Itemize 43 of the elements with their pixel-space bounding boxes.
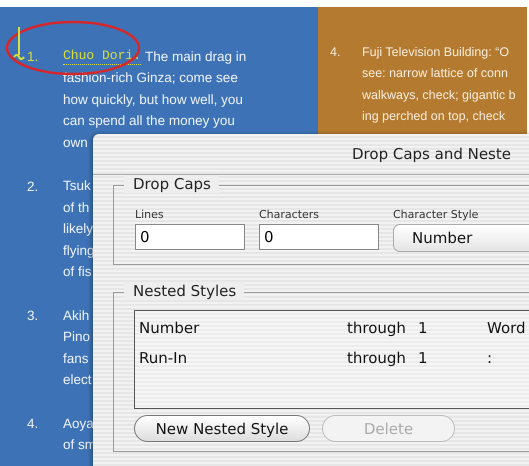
window-title: Drop Caps and Neste [352, 145, 511, 163]
field-label: Character Style [393, 208, 480, 221]
group-legend: Drop Caps [124, 175, 219, 193]
table-cell: Word [487, 319, 527, 337]
body-text-line: Pino [63, 329, 90, 346]
list-number: 4. [26, 415, 40, 433]
body-text-line: see: narrow lattice of conn [362, 65, 508, 82]
dropdown[interactable]: Number [393, 224, 529, 252]
body-text-line: likely [63, 221, 94, 238]
table-cell-text: 1 [418, 319, 429, 337]
field-label: Characters [259, 208, 320, 221]
field-label: Lines [135, 208, 165, 221]
list-number: 2. [26, 178, 40, 196]
list-number: 3. [26, 307, 40, 325]
table-cell-text: Run-In [138, 349, 188, 367]
body-text-line: how quickly, but how well, you [63, 92, 243, 108]
body-text-line: of th [63, 200, 90, 216]
push-button[interactable]: New Nested Style [134, 415, 310, 442]
table-cell-text: : [487, 349, 494, 367]
body-text-line: walkways, check; gigantic b [362, 86, 516, 103]
table-cell-text: through [347, 349, 407, 367]
group-legend: Nested Styles [124, 282, 244, 300]
table-cell-text: through [347, 319, 407, 337]
body-text-line: fans [63, 350, 89, 367]
table-cell-text: 1 [418, 349, 429, 367]
body-text-line: fashion-rich Ginza; come see [63, 70, 238, 86]
input-field[interactable]: 0 [259, 224, 379, 250]
body-text-line: Tsuk [63, 178, 91, 194]
body-text-line: flying [63, 242, 95, 259]
body-text-line: Akih [63, 308, 90, 324]
body-text-line: Fuji Television Building: “O [362, 44, 510, 60]
list-number: 1. [26, 48, 40, 66]
input-field[interactable]: 0 [135, 224, 245, 250]
body-text-line: The main drag in [145, 48, 246, 65]
body-text-line: ing perched on top, check [362, 108, 506, 124]
body-text-line: elect [63, 372, 92, 388]
body-text-line: of fis [63, 264, 92, 280]
body-text-line: can spend all the money you [63, 113, 235, 130]
text-cursor-icon [13, 25, 25, 61]
body-text-line: Aoya [63, 416, 94, 432]
body-text-line: own [63, 134, 88, 151]
list-number: 4. [329, 44, 342, 61]
table-cell-text: Number [138, 319, 200, 337]
